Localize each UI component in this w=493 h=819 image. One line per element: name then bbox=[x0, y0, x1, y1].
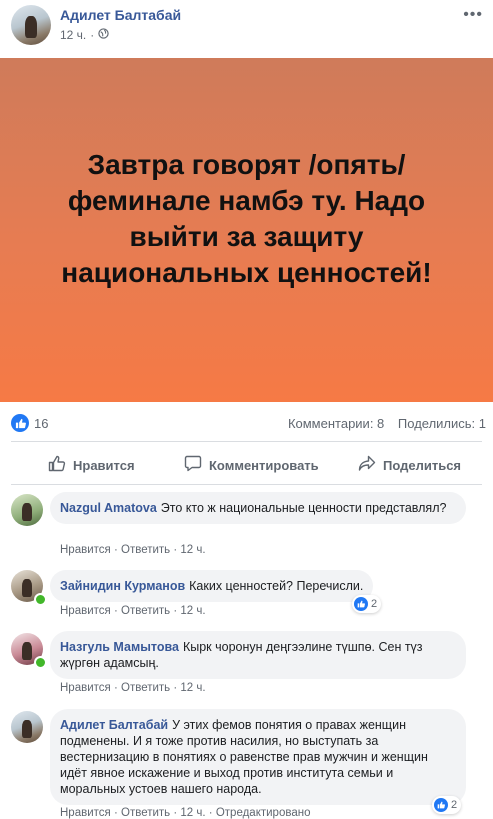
comment-like-link[interactable]: Нравится bbox=[60, 807, 111, 819]
post-background: Завтра говорят /опять/ феминале намбэ ту… bbox=[0, 58, 493, 402]
sep: · bbox=[208, 807, 213, 819]
like-button-label: Нравится bbox=[73, 457, 135, 473]
share-button[interactable]: Поделиться bbox=[358, 446, 461, 484]
comment-author[interactable]: Адилет Балтабай bbox=[60, 718, 168, 732]
post-author-name[interactable]: Адилет Балтабай bbox=[60, 7, 181, 23]
comment-reply-link[interactable]: Ответить bbox=[121, 605, 170, 617]
share-arrow-icon bbox=[358, 455, 376, 475]
comments-count[interactable]: Комментарии: 8 bbox=[288, 416, 384, 431]
comment-item: Nazgul Amatova Это кто ж национальные цен… bbox=[0, 492, 493, 562]
sep: · bbox=[173, 544, 178, 556]
sep: · bbox=[173, 682, 178, 694]
like-reaction-icon bbox=[354, 597, 368, 611]
author-avatar[interactable] bbox=[11, 5, 51, 45]
comment-reply-link[interactable]: Ответить bbox=[121, 544, 170, 556]
comment-actions: Нравится · Ответить · 12 ч. bbox=[60, 544, 206, 556]
comment-time[interactable]: 12 ч. bbox=[180, 605, 205, 617]
comment-reply-link[interactable]: Ответить bbox=[121, 682, 170, 694]
comment-time[interactable]: 12 ч. bbox=[180, 682, 205, 694]
online-status-dot bbox=[34, 656, 47, 669]
globe-icon[interactable] bbox=[98, 28, 109, 42]
meta-separator: · bbox=[90, 28, 95, 42]
sep: · bbox=[113, 544, 118, 556]
comment-text: Это кто ж национальные ценности представ… bbox=[160, 501, 447, 515]
more-options-icon[interactable]: ••• bbox=[463, 6, 483, 24]
comment-like-link[interactable]: Нравится bbox=[60, 682, 111, 694]
comment-edited-label[interactable]: Отредактировано bbox=[216, 807, 311, 819]
post-header: Адилет Балтабай 12 ч. · ••• bbox=[0, 0, 493, 58]
online-status-dot bbox=[34, 593, 47, 606]
sep: · bbox=[113, 682, 118, 694]
commenter-avatar[interactable] bbox=[11, 711, 43, 743]
comment-author[interactable]: Зайнидин Курманов bbox=[60, 579, 185, 593]
comment-author[interactable]: Nazgul Amatova bbox=[60, 501, 157, 515]
like-reaction-icon[interactable] bbox=[11, 414, 29, 432]
comment-bubble: Назгуль Мамытова Кырк чоронун деңгээлине … bbox=[50, 631, 466, 679]
reaction-count: 2 bbox=[451, 799, 458, 811]
comment-item: Зайнидин Курманов Каких ценностей? Перечи… bbox=[0, 570, 493, 622]
post-text: Завтра говорят /опять/ феминале намбэ ту… bbox=[61, 149, 432, 288]
comment-bubble: Зайнидин Курманов Каких ценностей? Перечи… bbox=[50, 570, 374, 602]
comment-reply-link[interactable]: Ответить bbox=[121, 807, 170, 819]
like-button[interactable]: Нравится bbox=[48, 446, 135, 484]
share-button-label: Поделиться bbox=[383, 457, 462, 473]
sep: · bbox=[173, 605, 178, 617]
action-bar: Нравится Комментировать Поделиться bbox=[0, 446, 493, 484]
comment-reactions[interactable]: 2 bbox=[432, 796, 462, 814]
comment-actions: Нравится · Ответить · 12 ч. bbox=[60, 605, 206, 617]
comment-reactions[interactable]: 2 bbox=[352, 595, 382, 613]
sep: · bbox=[113, 605, 118, 617]
likes-count[interactable]: 16 bbox=[34, 416, 48, 431]
reaction-count: 2 bbox=[371, 598, 378, 610]
post-meta: 12 ч. · bbox=[60, 28, 109, 42]
comment-time[interactable]: 12 ч. bbox=[180, 544, 205, 556]
comment-author[interactable]: Назгуль Мамытова bbox=[60, 640, 179, 654]
comment-like-link[interactable]: Нравится bbox=[60, 605, 111, 617]
comment-bubble: Nazgul Amatova Это кто ж национальные цен… bbox=[50, 492, 466, 524]
comment-bubble-icon bbox=[184, 455, 202, 475]
comment-like-link[interactable]: Нравится bbox=[60, 544, 111, 556]
shares-count[interactable]: Поделились: 1 bbox=[398, 416, 486, 431]
comment-time[interactable]: 12 ч. bbox=[180, 807, 205, 819]
commenter-avatar[interactable] bbox=[11, 494, 43, 526]
comment-actions: Нравится · Ответить · 12 ч. bbox=[60, 682, 206, 694]
divider-top bbox=[11, 441, 482, 442]
comment-actions: Нравится · Ответить · 12 ч. · Отредактир… bbox=[60, 807, 310, 819]
thumbs-up-icon bbox=[48, 455, 66, 475]
stats-right: Комментарии: 8 Поделились: 1 bbox=[288, 416, 486, 431]
like-reaction-icon bbox=[434, 798, 448, 812]
sep: · bbox=[173, 807, 178, 819]
comment-item: Назгуль Мамытова Кырк чоронун деңгээлине … bbox=[0, 631, 493, 701]
comment-button[interactable]: Комментировать bbox=[184, 446, 319, 484]
comment-text: Каких ценностей? Перечисли. bbox=[189, 579, 364, 593]
post-stats: 16 Комментарии: 8 Поделились: 1 bbox=[0, 410, 493, 438]
comment-item: Адилет Балтабай У этих фемов понятия о пр… bbox=[0, 709, 493, 819]
post-time[interactable]: 12 ч. bbox=[60, 28, 86, 42]
sep: · bbox=[113, 807, 118, 819]
comment-bubble: Адилет Балтабай У этих фемов понятия о пр… bbox=[50, 709, 466, 805]
divider-bottom bbox=[11, 484, 482, 485]
comment-button-label: Комментировать bbox=[209, 457, 319, 473]
